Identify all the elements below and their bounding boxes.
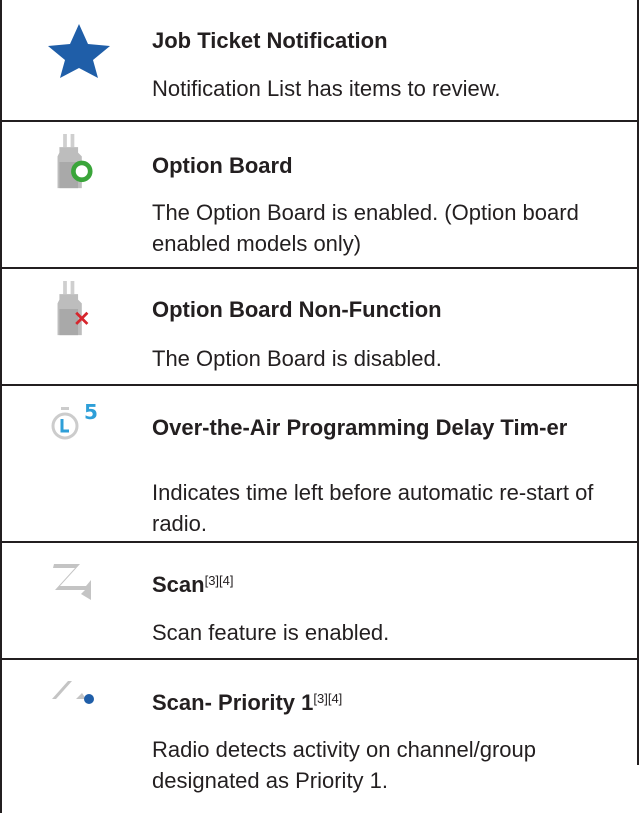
footnote-ref: [3][4] bbox=[313, 691, 343, 706]
table-row: Option Board The Option Board is enabled… bbox=[0, 122, 639, 269]
table-row: Option Board Non-Function The Option Boa… bbox=[0, 269, 639, 386]
ota-delay-timer-icon: 5 bbox=[51, 400, 98, 440]
star-icon bbox=[48, 24, 110, 78]
row-description: Notification List has items to review. bbox=[152, 76, 501, 101]
table-row: 5 Over-the-Air Programming Delay Tim-er … bbox=[0, 386, 639, 543]
row-description: Radio detects activity on channel/group … bbox=[152, 737, 537, 793]
scan-priority-1-icon bbox=[50, 681, 94, 704]
timer-digit: 5 bbox=[84, 400, 98, 424]
row-description: The Option Board is enabled. (Option boa… bbox=[152, 200, 579, 256]
row-title: Job Ticket Notification bbox=[152, 28, 388, 53]
scan-icon bbox=[53, 564, 91, 600]
option-board-icon bbox=[57, 134, 93, 189]
row-description: Scan feature is enabled. bbox=[152, 620, 390, 645]
row-title: Over-the-Air Programming Delay Tim-er bbox=[152, 415, 568, 440]
row-description: The Option Board is disabled. bbox=[152, 346, 442, 371]
row-title: Scan[3][4] bbox=[152, 572, 234, 597]
table-row: Scan- Priority 1[3][4] Radio detects act… bbox=[0, 660, 639, 813]
row-title: Option Board bbox=[152, 153, 293, 178]
footnote-ref: [3][4] bbox=[204, 573, 234, 588]
row-title: Scan- Priority 1[3][4] bbox=[152, 690, 343, 715]
option-board-disabled-icon bbox=[57, 281, 89, 336]
table-row: Scan[3][4] Scan feature is enabled. bbox=[0, 543, 639, 660]
table-row: Job Ticket Notification Notification Lis… bbox=[0, 0, 639, 122]
row-title: Option Board Non-Function bbox=[152, 297, 442, 322]
row-description: Indicates time left before automatic re-… bbox=[152, 480, 594, 536]
